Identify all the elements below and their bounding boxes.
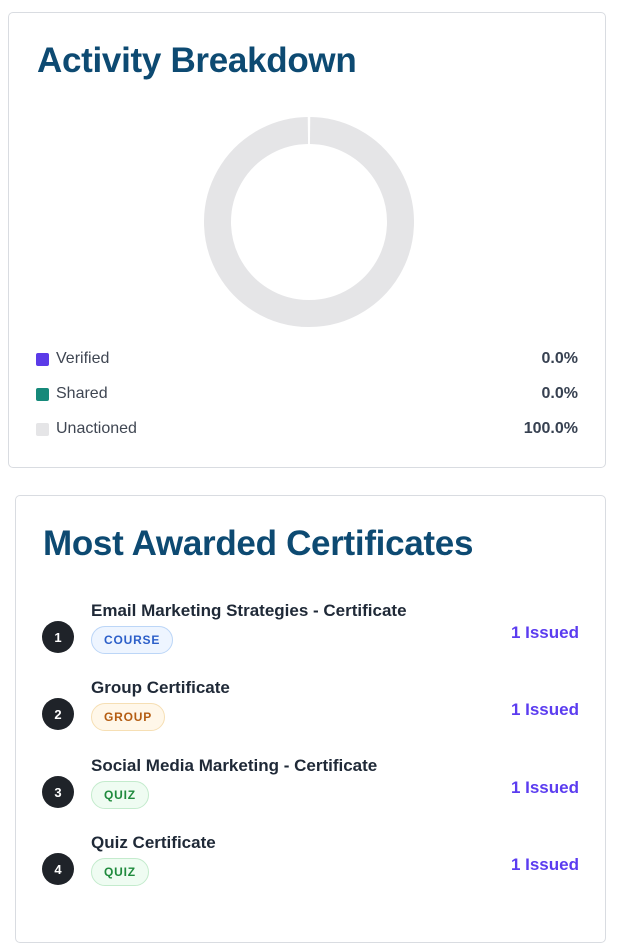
most-awarded-certificates-card: Most Awarded Certificates 1 Email Market… <box>15 495 606 943</box>
legend-swatch-unactioned <box>36 422 49 436</box>
certificate-row[interactable]: 3 Social Media Marketing - Certificate Q… <box>42 756 579 818</box>
legend-swatch-shared <box>36 387 49 401</box>
donut-svg <box>204 117 414 327</box>
certificate-type-pill: COURSE <box>91 626 174 654</box>
activity-breakdown-card: Activity Breakdown Verified 0.0% Shared … <box>8 12 606 468</box>
rank-badge: 3 <box>42 776 74 808</box>
certificate-name: Quiz Certificate <box>91 833 216 852</box>
rank-badge: 4 <box>42 853 74 885</box>
legend-row-verified: Verified 0.0% <box>36 348 578 370</box>
legend-label: Unactioned <box>56 420 137 437</box>
activity-breakdown-title: Activity Breakdown <box>37 41 357 80</box>
issued-count: 1 Issued <box>510 700 579 719</box>
legend-value: 0.0% <box>541 350 578 367</box>
rank-badge: 2 <box>42 698 74 730</box>
legend-value: 0.0% <box>541 385 578 402</box>
certificate-name: Group Certificate <box>91 678 230 697</box>
issued-count: 1 Issued <box>510 623 579 642</box>
issued-count: 1 Issued <box>510 778 579 797</box>
legend-swatch-verified <box>36 352 49 366</box>
legend-row-shared: Shared 0.0% <box>36 383 578 405</box>
activity-donut-chart <box>204 117 414 327</box>
certificate-type-pill: QUIZ <box>91 858 149 886</box>
issued-count: 1 Issued <box>510 855 579 874</box>
donut-slice-unactioned <box>204 117 414 327</box>
certificate-row[interactable]: 2 Group Certificate GROUP 1 Issued <box>42 678 579 740</box>
certificate-row[interactable]: 4 Quiz Certificate QUIZ 1 Issued <box>42 833 579 895</box>
legend-row-unactioned: Unactioned 100.0% <box>36 418 578 440</box>
certificate-type-pill: GROUP <box>91 703 166 731</box>
certificate-name: Email Marketing Strategies - Certificate <box>91 601 407 620</box>
legend-value: 100.0% <box>523 420 578 437</box>
most-awarded-certificates-title: Most Awarded Certificates <box>43 524 474 563</box>
certificate-name: Social Media Marketing - Certificate <box>91 756 378 775</box>
certificate-row[interactable]: 1 Email Marketing Strategies - Certifica… <box>42 601 579 663</box>
legend-label: Shared <box>56 385 108 402</box>
certificate-type-pill: QUIZ <box>91 781 149 809</box>
legend-label: Verified <box>56 350 110 367</box>
rank-badge: 1 <box>42 621 74 653</box>
